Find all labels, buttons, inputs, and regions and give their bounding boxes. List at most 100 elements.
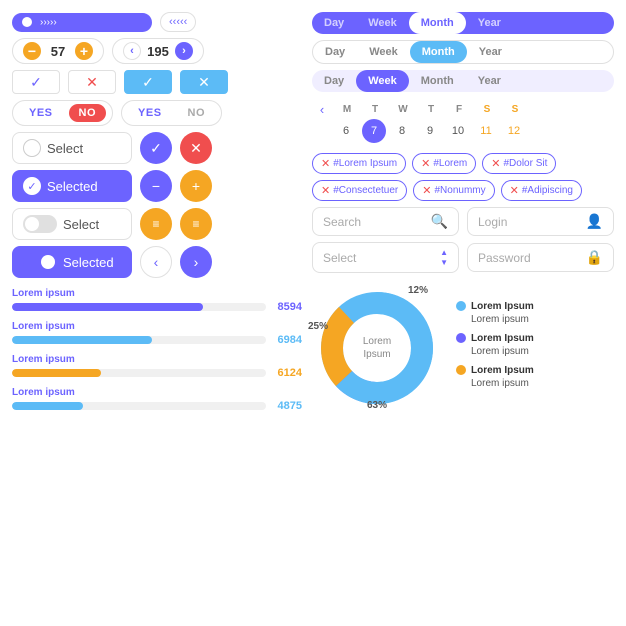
plus-icon-btn[interactable]: + xyxy=(180,170,212,202)
tag-text-2: #Lorem xyxy=(433,158,467,169)
tab-year-3[interactable]: Year xyxy=(466,70,513,92)
tab-day-2[interactable]: Day xyxy=(313,41,357,63)
menu-icon-btn-1[interactable]: ≡ xyxy=(140,208,172,240)
row-select-1: Select ✓ ✕ xyxy=(12,132,302,164)
yes-btn-1[interactable]: YES xyxy=(19,104,63,122)
row-yesno: YES NO YES NO xyxy=(12,100,302,126)
tab-strip-light[interactable]: Day Week Month Year xyxy=(312,40,614,64)
tag-5[interactable]: ✕ #Nonummy xyxy=(413,180,494,201)
tag-6[interactable]: ✕ #Adipiscing xyxy=(501,180,582,201)
arrow-right-btn[interactable]: › xyxy=(175,42,193,60)
cal-h-f: F xyxy=(446,104,472,115)
tab-strip-mid[interactable]: Day Week Month Year xyxy=(312,70,614,92)
input-row-2: Select ▲ ▼ Password 🔒 xyxy=(312,242,614,273)
check-icon-btn-1[interactable]: ✓ xyxy=(140,132,172,164)
arrow-left-btn[interactable]: ‹ xyxy=(123,42,141,60)
legend-dot-3 xyxy=(456,365,466,375)
checkbox-4[interactable]: ✕ xyxy=(180,70,228,94)
stepper-arrows: ‹‹‹‹‹ xyxy=(160,12,196,32)
left-arrows[interactable]: ‹‹‹‹‹ xyxy=(169,16,187,28)
tab-month-1[interactable]: Month xyxy=(409,12,466,34)
app-container: ››››› ‹‹‹‹‹ − 57 + ‹ 195 › ✓ xyxy=(0,0,626,626)
tag-x-3[interactable]: ✕ xyxy=(491,157,500,170)
progress-fill-4 xyxy=(12,402,83,410)
select-option-3[interactable]: Select xyxy=(12,208,132,240)
tag-x-6[interactable]: ✕ xyxy=(510,184,519,197)
tag-x-1[interactable]: ✕ xyxy=(321,157,330,170)
tag-x-4[interactable]: ✕ xyxy=(321,184,330,197)
tab-month-2[interactable]: Month xyxy=(410,41,467,63)
select-option-4[interactable]: Selected xyxy=(12,246,132,278)
tab-week-1[interactable]: Week xyxy=(356,12,409,34)
legend-text-2: Lorem Ipsum Lorem ipsum xyxy=(471,332,534,358)
cal-prev[interactable]: ‹ xyxy=(312,102,332,117)
legend-item-3: Lorem Ipsum Lorem ipsum xyxy=(456,364,534,390)
tab-day-3[interactable]: Day xyxy=(312,70,356,92)
legend-item-2: Lorem Ipsum Lorem ipsum xyxy=(456,332,534,358)
toggle-on[interactable] xyxy=(23,253,57,271)
check-sm-icon: ✓ xyxy=(27,180,36,193)
checkbox-1[interactable]: ✓ xyxy=(12,70,60,94)
cal-h-m: M xyxy=(334,104,360,115)
tag-x-2[interactable]: ✕ xyxy=(421,157,430,170)
progress-label-3: Lorem ipsum xyxy=(12,354,302,365)
donut-center-text: LoremIpsum xyxy=(363,335,391,361)
user-icon: 👤 xyxy=(586,213,603,230)
menu-icon-btn-2[interactable]: ≡ xyxy=(180,208,212,240)
tag-x-5[interactable]: ✕ xyxy=(422,184,431,197)
search-input-field[interactable]: Search 🔍 xyxy=(312,207,459,236)
row-checkboxes: ✓ ✕ ✓ ✕ xyxy=(12,70,302,94)
progress-val-3: 6124 xyxy=(272,367,302,379)
plus-btn[interactable]: + xyxy=(75,42,93,60)
stepper-plusminus: − 57 + xyxy=(12,38,104,64)
tab-week-2[interactable]: Week xyxy=(357,41,410,63)
donut-chart: LoremIpsum 12% 25% 63% xyxy=(312,283,442,413)
tag-1[interactable]: ✕ #Lorem Ipsum xyxy=(312,153,406,174)
stepper-arrow: ‹ 195 › xyxy=(112,38,204,64)
cal-day-11[interactable]: 11 xyxy=(474,119,498,143)
progress-val-4: 4875 xyxy=(272,400,302,412)
x-icon-btn-1[interactable]: ✕ xyxy=(180,132,212,164)
input-row-1: Search 🔍 Login 👤 xyxy=(312,207,614,236)
no-btn-1[interactable]: NO xyxy=(69,104,107,122)
row-select-3: Select ≡ ≡ xyxy=(12,208,302,240)
cal-day-9[interactable]: 9 xyxy=(418,119,442,143)
cal-day-7[interactable]: 7 xyxy=(362,119,386,143)
select-input-field[interactable]: Select ▲ ▼ xyxy=(312,242,459,273)
legend-title-3: Lorem Ipsum xyxy=(471,364,534,377)
progress-bg-3 xyxy=(12,369,266,377)
minus-icon-btn[interactable]: − xyxy=(140,170,172,202)
toggle-off[interactable] xyxy=(23,215,57,233)
select-arrows-icon: ▲ ▼ xyxy=(440,248,448,267)
select-option-1[interactable]: Select xyxy=(12,132,132,164)
tab-year-2[interactable]: Year xyxy=(467,41,514,63)
tab-day-1[interactable]: Day xyxy=(312,12,356,34)
tab-week-3[interactable]: Week xyxy=(356,70,409,92)
row-steppers: − 57 + ‹ 195 › xyxy=(12,38,302,64)
cal-day-12[interactable]: 12 xyxy=(502,119,526,143)
pagination-strip[interactable]: ››››› xyxy=(12,13,152,32)
cal-day-6[interactable]: 6 xyxy=(334,119,358,143)
minus-btn[interactable]: − xyxy=(23,42,41,60)
cal-day-10[interactable]: 10 xyxy=(446,119,470,143)
no-btn-2[interactable]: NO xyxy=(178,104,216,122)
yes-btn-2[interactable]: YES xyxy=(128,104,172,122)
circle-check-1 xyxy=(23,139,41,157)
tag-2[interactable]: ✕ #Lorem xyxy=(412,153,476,174)
tag-4[interactable]: ✕ #Consectetuer xyxy=(312,180,407,201)
checkbox-2[interactable]: ✕ xyxy=(68,70,116,94)
login-input-field[interactable]: Login 👤 xyxy=(467,207,614,236)
tag-text-4: #Consectetuer xyxy=(333,185,398,196)
tab-strip-dark[interactable]: Day Week Month Year xyxy=(312,12,614,34)
arrow-right-icon-btn[interactable]: › xyxy=(180,246,212,278)
cal-day-8[interactable]: 8 xyxy=(390,119,414,143)
tab-month-3[interactable]: Month xyxy=(409,70,466,92)
checkbox-3[interactable]: ✓ xyxy=(124,70,172,94)
arrow-left-icon-btn[interactable]: ‹ xyxy=(140,246,172,278)
tab-year-1[interactable]: Year xyxy=(466,12,513,34)
tag-3[interactable]: ✕ #Dolor Sit xyxy=(482,153,556,174)
password-input-field[interactable]: Password 🔒 xyxy=(467,243,614,272)
select-option-2[interactable]: ✓ Selected xyxy=(12,170,132,202)
progress-item-4: Lorem ipsum 4875 xyxy=(12,387,302,412)
calendar-container: ‹ M T W T F S S 6 7 8 9 10 11 12 xyxy=(312,98,614,147)
